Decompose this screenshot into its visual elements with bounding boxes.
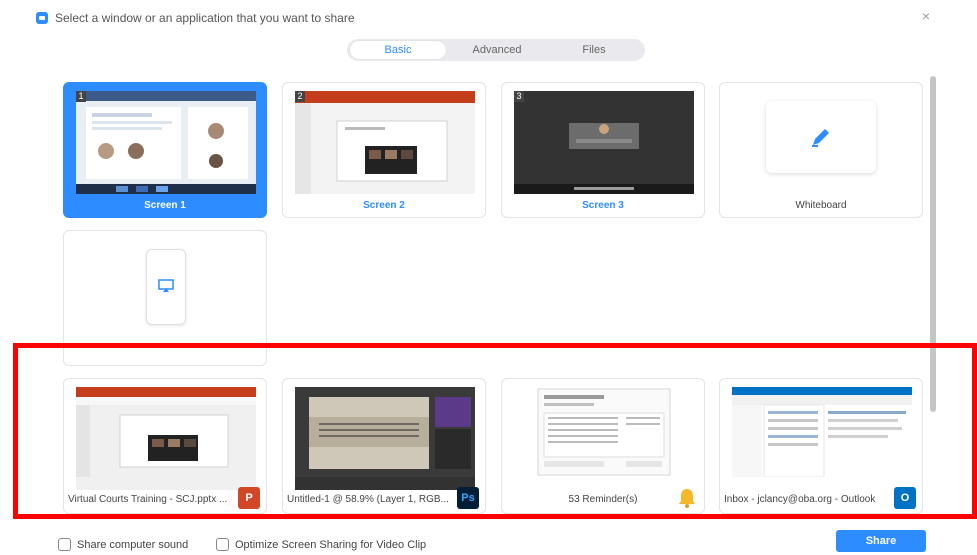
app-window-label: 53 Reminder(s): [568, 494, 638, 505]
zoom-logo-icon: [36, 12, 48, 24]
tab-basic[interactable]: Basic: [350, 41, 446, 59]
share-sound-checkbox[interactable]: [58, 538, 71, 551]
share-options-grid: 1 Screen 1 2 Screen 2 3 Screen 3 Whitebo…: [47, 72, 927, 530]
phone-thumbnail: [146, 249, 186, 325]
scrollbar-thumb[interactable]: [930, 76, 936, 412]
tab-advanced[interactable]: Advanced: [449, 41, 545, 59]
screen-3-thumbnail: 3: [514, 91, 694, 194]
airplay-icon: [158, 279, 174, 292]
whiteboard-card[interactable]: Whiteboard: [719, 82, 923, 218]
screen-2-card[interactable]: 2 Screen 2: [282, 82, 486, 218]
photoshop-icon: Ps: [457, 487, 479, 509]
screen-number: 1: [76, 91, 86, 102]
screen-3-card[interactable]: 3 Screen 3: [501, 82, 705, 218]
pencil-icon: [812, 129, 829, 147]
photoshop-thumbnail: [295, 387, 475, 490]
close-button[interactable]: ×: [918, 8, 934, 24]
app-window-label: Inbox - jclancy@oba.org - Outlook: [724, 494, 876, 505]
tab-files[interactable]: Files: [546, 41, 642, 59]
whiteboard-label: Whiteboard: [795, 200, 847, 211]
window-title: Select a window or an application that y…: [55, 11, 355, 25]
outlook-icon: O: [894, 487, 916, 509]
share-button[interactable]: Share: [836, 530, 926, 552]
app-window-outlook[interactable]: Inbox - jclancy@oba.org - Outlook O: [719, 378, 923, 514]
reminders-thumbnail: [514, 387, 694, 490]
powerpoint-icon: P: [238, 487, 260, 509]
optimize-video-option[interactable]: Optimize Screen Sharing for Video Clip: [216, 538, 426, 551]
whiteboard-thumbnail: [766, 101, 876, 173]
app-window-label: Untitled-1 @ 58.9% (Layer 1, RGB...: [287, 494, 449, 505]
iphone-ipad-card[interactable]: [63, 230, 267, 366]
app-window-reminders[interactable]: 53 Reminder(s): [501, 378, 705, 514]
app-window-label: Virtual Courts Training - SCJ.pptx ...: [68, 494, 228, 505]
screen-number: 2: [295, 91, 305, 102]
screen-3-label: Screen 3: [582, 200, 624, 211]
bell-icon: [679, 489, 695, 508]
screen-number: 3: [514, 91, 524, 102]
share-computer-sound-option[interactable]: Share computer sound: [58, 538, 188, 551]
app-window-powerpoint[interactable]: Virtual Courts Training - SCJ.pptx ... P: [63, 378, 267, 514]
share-sound-label: Share computer sound: [77, 538, 189, 551]
outlook-thumbnail: [732, 387, 912, 490]
screen-2-label: Screen 2: [363, 200, 405, 211]
optimize-video-checkbox[interactable]: [216, 538, 229, 551]
powerpoint-thumbnail: [76, 387, 256, 490]
share-type-tabs: Basic Advanced Files: [347, 39, 645, 61]
grid-scrollbar[interactable]: [929, 72, 937, 530]
screen-1-card[interactable]: 1 Screen 1: [63, 82, 267, 218]
app-window-photoshop[interactable]: Untitled-1 @ 58.9% (Layer 1, RGB... Ps: [282, 378, 486, 514]
screen-2-thumbnail: 2: [295, 91, 475, 194]
screen-1-thumbnail: 1: [76, 91, 256, 194]
optimize-video-label: Optimize Screen Sharing for Video Clip: [235, 538, 427, 551]
screen-1-label: Screen 1: [144, 200, 186, 211]
title-bar: Select a window or an application that y…: [0, 0, 977, 38]
